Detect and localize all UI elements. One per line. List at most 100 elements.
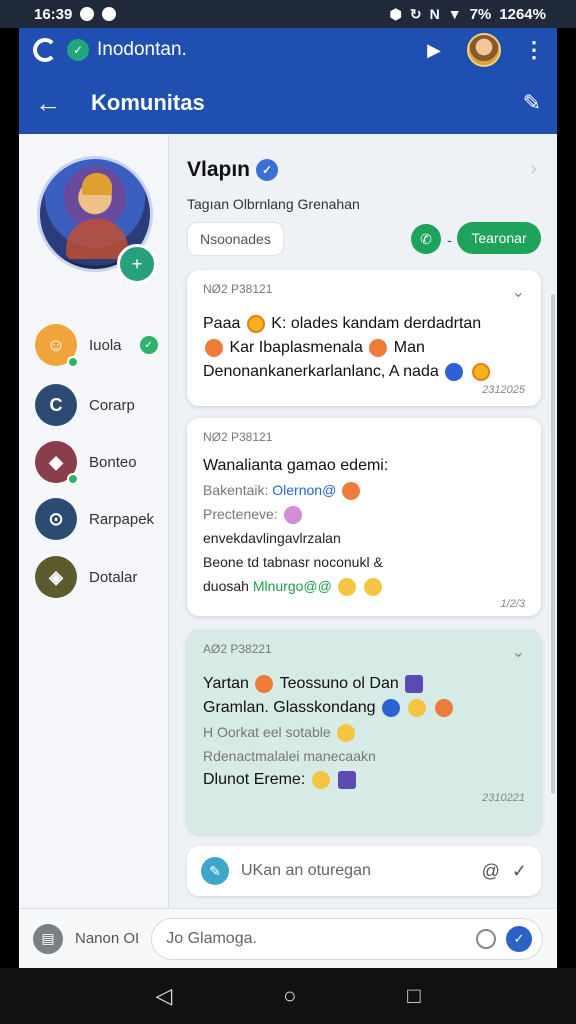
contact-avatar: ☺ [35, 324, 79, 368]
message-icon[interactable]: ✆ [411, 224, 441, 254]
battery-text: 1264% [499, 5, 546, 23]
post-text: Dlunot Ereme: [203, 771, 306, 788]
contact-item[interactable]: C Corarp [35, 384, 135, 426]
page-title: Komunitas [91, 90, 205, 115]
emoji-icon [369, 338, 388, 357]
post-text: Gramlan. Glasskondang [203, 699, 376, 716]
contact-item[interactable]: ◈ Dotalar [35, 556, 137, 598]
signal-percent: 7% [469, 5, 492, 23]
emoji-icon [342, 482, 361, 501]
post-line: duosah Mlnurgo@@ [203, 574, 525, 598]
post-line: Yartan Teossuno ol Dan [203, 672, 525, 696]
trash-icon[interactable]: ▤ [33, 923, 63, 954]
profile-name-row: Vlapın ✓ [187, 158, 279, 182]
tools-icon[interactable]: ✎ [523, 90, 541, 116]
back-nav-icon[interactable]: ◁ [155, 983, 172, 1009]
chevron-right-icon[interactable]: › [530, 158, 537, 181]
bottom-input-bar: ▤ Nanon OI Jo Glamoga. ✓ [19, 908, 557, 968]
message-input[interactable]: Jo Glamoga. ✓ [151, 917, 543, 960]
send-check-icon[interactable]: ✓ [512, 861, 527, 882]
profile-subtitle: Tagıan Olbrnlang Grenahan [187, 196, 360, 212]
comment-composer[interactable]: ✎ UKan an oturegan @ ✓ [187, 846, 541, 896]
contact-name: Bonteo [89, 453, 137, 471]
face-emoji-icon [336, 724, 355, 743]
post-text: Paaa [203, 315, 241, 332]
contact-avatar: ◆ [35, 441, 79, 485]
post-line: Rdenactmalalei manecaakn [203, 748, 376, 764]
status-time: 16:39 [34, 5, 73, 23]
clock-icon[interactable] [476, 928, 496, 949]
chevron-down-icon[interactable]: ⌄ [512, 642, 525, 662]
send-icon[interactable]: ✓ [506, 925, 532, 952]
browser-logo-icon[interactable] [33, 38, 57, 62]
separator: - [447, 232, 452, 248]
app-notification-icon [102, 7, 117, 21]
post-line: Wanalianta gamao edemi: [203, 457, 389, 474]
video-call-icon[interactable]: ▶ [427, 40, 441, 61]
post-line: Precteneve: [203, 502, 525, 526]
profile-name: Vlapın [187, 158, 251, 181]
pink-emoji-icon [283, 506, 302, 525]
contact-name: Corarp [89, 396, 135, 414]
chevron-down-icon[interactable]: ⌄ [512, 282, 525, 302]
post-text: Man [393, 339, 425, 356]
composer-placeholder[interactable]: UKan an oturegan [241, 862, 470, 880]
post-card[interactable]: NØ2 P38121 ⌄ Paaa K: olades kandam derda… [187, 270, 541, 406]
scrollbar[interactable] [551, 294, 555, 794]
post-line: Beone td tabnasr noconukl & [203, 554, 383, 570]
network-icon: N [429, 6, 440, 22]
contact-avatar: ◈ [35, 556, 77, 598]
post-card[interactable]: AØ2 P38221 ⌄ Yartan Teossuno ol Dan Gram… [187, 630, 541, 834]
message-input-text[interactable]: Jo Glamoga. [166, 930, 466, 948]
post-header: AØ2 P38221 ⌄ [203, 642, 525, 662]
face-emoji-icon [363, 578, 382, 597]
post-line: Dlunot Ereme: [203, 768, 525, 792]
notification-icon [80, 7, 95, 21]
mention-link[interactable]: Mlnurgo@@ [253, 578, 332, 594]
avatar-helmet [82, 173, 112, 195]
post-text: Precteneve: [203, 506, 278, 522]
contact-name: Iuola [89, 336, 122, 354]
emoji-icon [255, 674, 274, 693]
online-indicator [67, 356, 79, 368]
post-id: NØ2 P38121 [203, 282, 273, 296]
mention-icon[interactable]: @ [482, 861, 500, 882]
home-nav-icon[interactable]: ○ [283, 983, 296, 1009]
post-id: AØ2 P38221 [203, 642, 272, 656]
post-line: Kar Ibaplasmenala Man [203, 336, 525, 360]
add-friend-icon[interactable]: + [117, 244, 157, 284]
user-avatar[interactable] [467, 33, 501, 67]
contact-name: Dotalar [89, 568, 138, 586]
post-header: NØ2 P38121 [203, 430, 525, 444]
post-header: NØ2 P38121 ⌄ [203, 282, 525, 302]
profile-tag-chip[interactable]: Nsoonades [187, 222, 284, 256]
more-options-icon[interactable]: ⋮ [523, 37, 545, 63]
bottom-label: Nanon OI [75, 930, 140, 947]
post-text: duosah [203, 578, 249, 594]
emoji-icon [405, 674, 424, 693]
post-line: H Oorkat eel sotable [203, 720, 525, 744]
blue-emoji-icon [445, 362, 464, 381]
back-arrow-icon[interactable]: ← [35, 88, 61, 119]
emoji-icon [434, 698, 453, 717]
follow-button[interactable]: Tearonar [457, 222, 541, 254]
mention-link[interactable]: Olernon@ [272, 482, 336, 498]
recents-nav-icon[interactable]: □ [407, 983, 420, 1009]
contact-avatar: ⊙ [35, 498, 77, 540]
face-emoji-icon [408, 698, 427, 717]
online-indicator [67, 473, 79, 485]
sun-emoji-icon [246, 314, 265, 333]
post-line: Gramlan. Glasskondang [203, 696, 525, 720]
blue-emoji-icon [381, 698, 400, 717]
attach-icon[interactable]: ✎ [201, 857, 229, 885]
emoji-icon [338, 770, 357, 789]
post-line: envekdavlingavlrzalan [203, 530, 341, 546]
contact-item[interactable]: ⊙ Rarpapek [35, 498, 154, 540]
post-card[interactable]: NØ2 P38121 Wanalianta gamao edemi: Baken… [187, 418, 541, 616]
post-text: Denonankanerkarlanlanc, A nada [203, 363, 439, 380]
contacts-sidebar: + ☺ Iuola ✓ C Corarp ◆ Bonteo ⊙ Rarpapek… [19, 134, 169, 908]
contact-item[interactable]: ◆ Bonteo [35, 441, 137, 485]
wifi-icon: ▼ [447, 6, 462, 22]
contact-item[interactable]: ☺ Iuola ✓ [35, 324, 158, 368]
post-timestamp: 2310221 [482, 792, 525, 804]
